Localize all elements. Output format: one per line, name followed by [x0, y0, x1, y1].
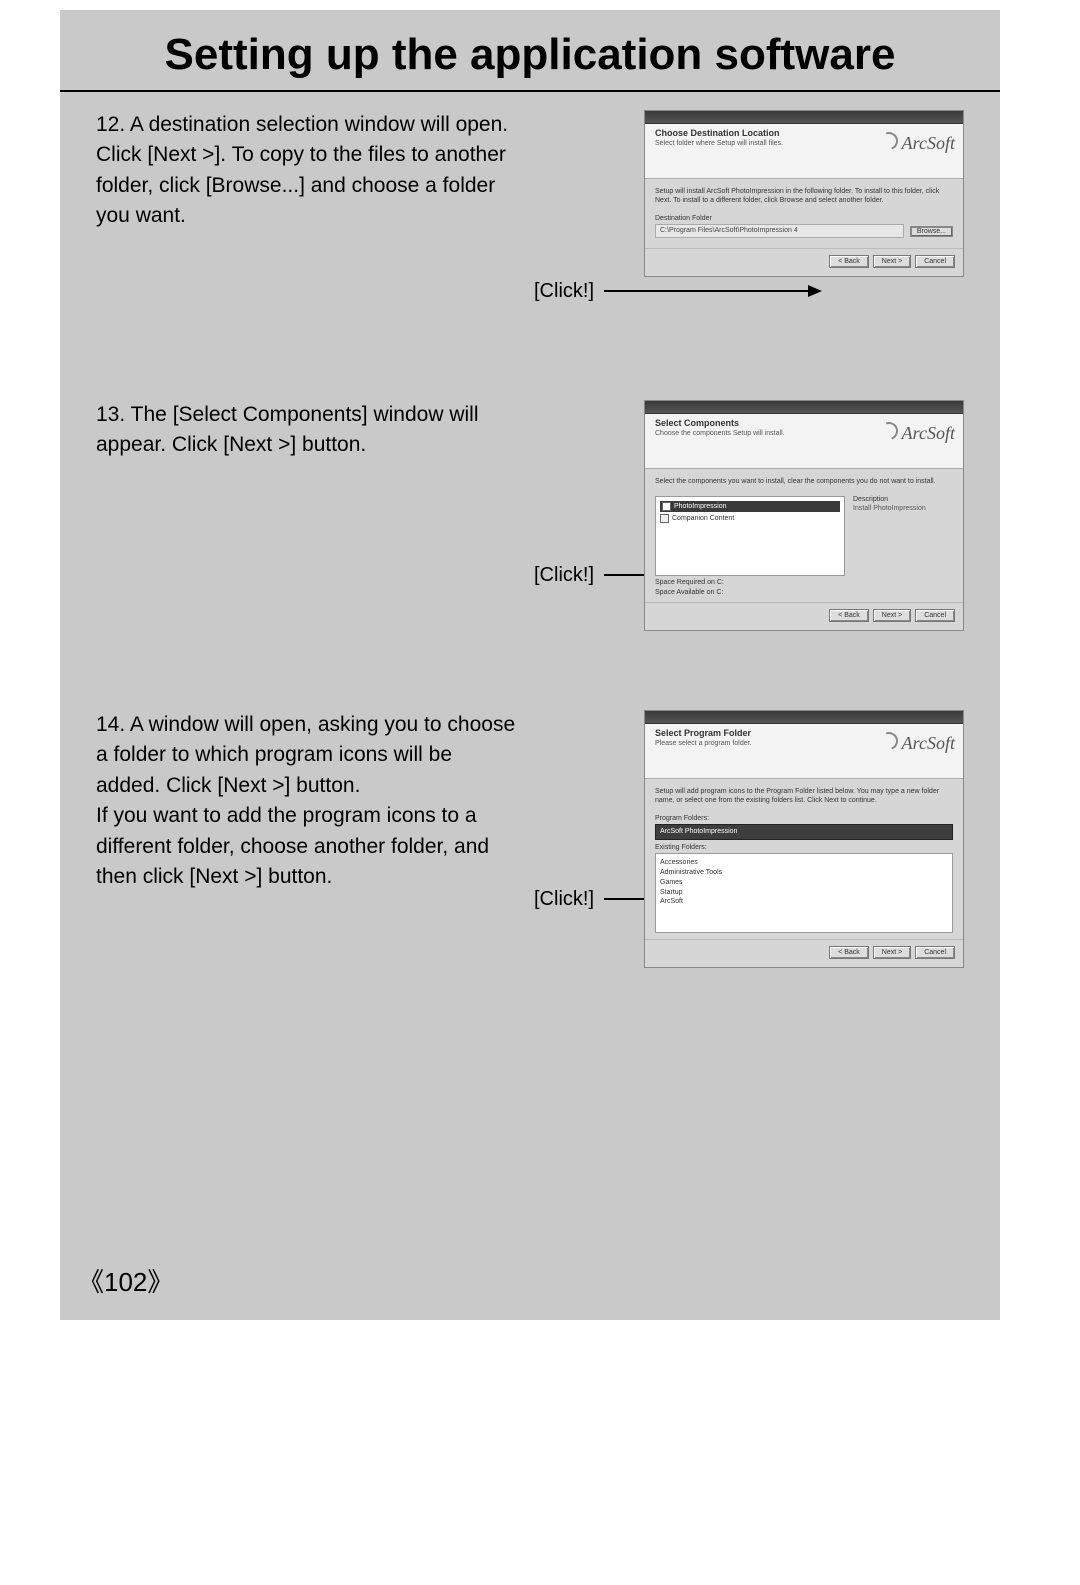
next-button[interactable]: Next > [873, 609, 911, 622]
screenshot-12-titlebar [645, 111, 963, 124]
screenshot-14-header: Select Program Folder Please select a pr… [645, 724, 963, 779]
screenshot-13-titlebar [645, 401, 963, 414]
screenshot-13-header: Select Components Choose the components … [645, 414, 963, 469]
screenshot-12-subheading: Select folder where Setup will install f… [655, 140, 873, 147]
cancel-button[interactable]: Cancel [915, 255, 955, 268]
cancel-button[interactable]: Cancel [915, 609, 955, 622]
step-14-text: 14. A window will open, asking you to ch… [96, 710, 516, 893]
screenshot-14-footer: < Back Next > Cancel [645, 939, 963, 967]
screenshot-13-body: Select the components you want to instal… [645, 469, 963, 602]
screenshot-13: Select Components Choose the components … [644, 400, 964, 631]
step-12-click-label: [Click!] [534, 280, 594, 303]
step-13-click-label: [Click!] [534, 564, 594, 587]
program-folder-label: Program Folders: [655, 815, 953, 822]
manual-page: Setting up the application software 12. … [0, 0, 1080, 1585]
screenshot-12-footer: < Back Next > Cancel [645, 248, 963, 276]
next-button[interactable]: Next > [873, 946, 911, 959]
screenshot-14-titlebar [645, 711, 963, 724]
back-button[interactable]: < Back [829, 609, 869, 622]
step-12-arrow [604, 290, 820, 292]
step-13-text: 13. The [Select Components] window will … [96, 400, 516, 461]
screenshot-12-body: Setup will install ArcSoft PhotoImpressi… [645, 179, 963, 248]
next-button[interactable]: Next > [873, 255, 911, 268]
page-title: Setting up the application software [60, 30, 1000, 80]
program-folder-input[interactable]: ArcSoft PhotoImpression [655, 824, 953, 840]
existing-folders-list[interactable]: Accessories Administrative Tools Games S… [655, 853, 953, 933]
screenshot-13-footer: < Back Next > Cancel [645, 602, 963, 630]
existing-folders-label: Existing Folders: [655, 844, 953, 851]
screenshot-12-paragraph: Setup will install ArcSoft PhotoImpressi… [655, 187, 953, 205]
page-number: 102 [78, 1262, 173, 1299]
components-list[interactable]: PhotoImpression Companion Content [655, 496, 845, 576]
description-text: Install PhotoImpression [853, 505, 953, 512]
screenshot-14-heading: Select Program Folder [655, 728, 873, 738]
screenshot-12-path: C:\Program Files\ArcSoft\PhotoImpression… [655, 224, 904, 238]
cancel-button[interactable]: Cancel [915, 946, 955, 959]
step-13-row: 13. The [Select Components] window will … [96, 400, 964, 650]
step-12-number: 12. [96, 113, 125, 136]
screenshot-13-subheading: Choose the components Setup will install… [655, 430, 873, 437]
back-button[interactable]: < Back [829, 255, 869, 268]
step-13-body: The [Select Components] window will appe… [96, 403, 479, 456]
arcsoft-logo: ArcSoft [880, 732, 955, 754]
screenshot-12-header: Choose Destination Location Select folde… [645, 124, 963, 179]
screenshot-14-subheading: Please select a program folder. [655, 740, 873, 747]
screenshot-12-heading: Choose Destination Location [655, 128, 873, 138]
description-label: Description [853, 496, 953, 503]
screenshot-12: Choose Destination Location Select folde… [644, 110, 964, 277]
screenshot-14: Select Program Folder Please select a pr… [644, 710, 964, 968]
step-12-text: 12. A destination selection window will … [96, 110, 516, 232]
screenshot-14-paragraph: Setup will add program icons to the Prog… [655, 787, 953, 805]
step-12-row: 12. A destination selection window will … [96, 110, 964, 330]
screenshot-13-heading: Select Components [655, 418, 873, 428]
step-13-number: 13. [96, 403, 125, 426]
step-14-body: A window will open, asking you to choose… [96, 713, 515, 888]
arcsoft-logo: ArcSoft [880, 422, 955, 444]
step-14-number: 14. [96, 713, 125, 736]
browse-button[interactable]: Browse... [910, 226, 953, 237]
step-14-click-label: [Click!] [534, 888, 594, 911]
back-button[interactable]: < Back [829, 946, 869, 959]
screenshot-12-dest-label: Destination Folder [655, 215, 953, 222]
screenshot-13-paragraph: Select the components you want to instal… [655, 477, 953, 486]
step-12-body: A destination selection window will open… [96, 113, 508, 227]
step-14-row: 14. A window will open, asking you to ch… [96, 710, 964, 970]
title-rule [60, 90, 1000, 92]
arcsoft-logo: ArcSoft [880, 132, 955, 154]
page-content-frame: Setting up the application software 12. … [60, 10, 1000, 1320]
screenshot-14-body: Setup will add program icons to the Prog… [645, 779, 963, 939]
